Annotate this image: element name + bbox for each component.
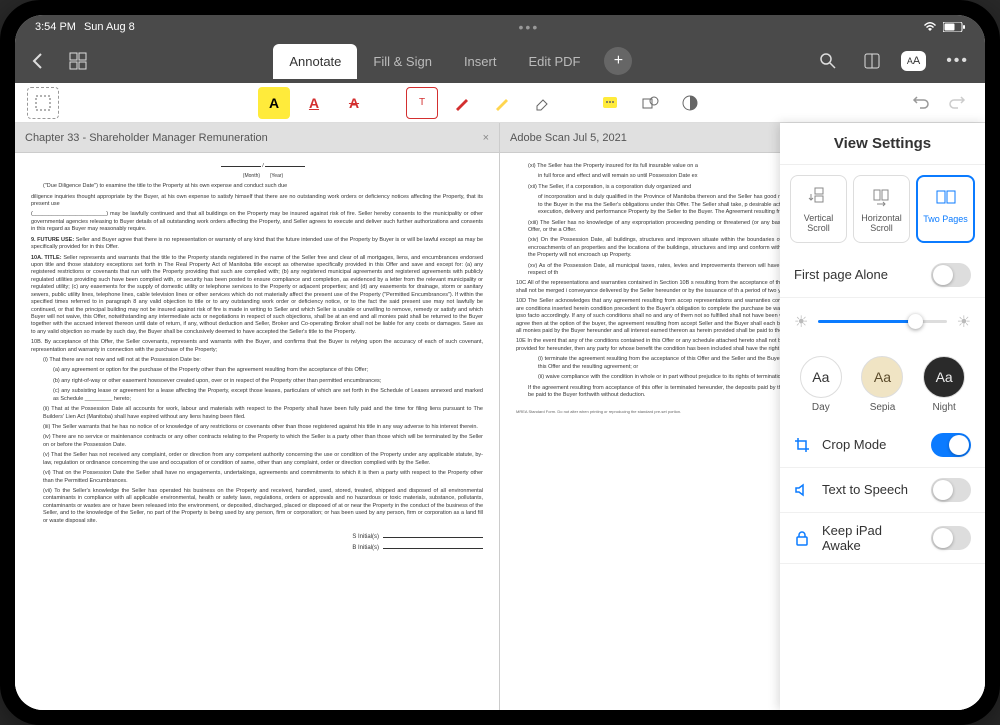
speaker-icon <box>794 482 812 498</box>
view-settings-title: View Settings <box>780 123 985 165</box>
text-tool[interactable]: T <box>406 87 438 119</box>
bookmark-button[interactable] <box>857 46 887 76</box>
more-button[interactable]: ••• <box>940 46 975 76</box>
color-mode-day[interactable]: Aa Day <box>800 356 842 413</box>
lock-icon <box>794 530 812 546</box>
color-tool[interactable] <box>674 87 706 119</box>
mode-two-pages[interactable]: Two Pages <box>916 175 975 243</box>
back-button[interactable] <box>25 46 49 76</box>
tab-annotate[interactable]: Annotate <box>273 44 357 79</box>
doc-content-left[interactable]: / (Month) (Year) ("Due Diligence Date") … <box>15 153 499 710</box>
view-settings-panel: View Settings Vertical Scroll Horizontal… <box>780 123 985 710</box>
horizontal-scroll-icon <box>858 184 905 210</box>
toggle-crop-mode[interactable] <box>931 433 971 457</box>
status-bar: 3:54 PM Sun Aug 8 ••• <box>15 15 985 39</box>
status-time: 3:54 PM <box>35 21 76 33</box>
doc-pane-left: Chapter 33 - Shareholder Manager Remuner… <box>15 123 500 710</box>
select-area-tool[interactable] <box>27 87 59 119</box>
main-toolbar: Annotate Fill & Sign Insert Edit PDF + A… <box>15 39 985 83</box>
crop-icon <box>794 437 812 453</box>
setting-keep-awake: Keep iPad Awake <box>780 513 985 564</box>
content-area: Chapter 33 - Shareholder Manager Remuner… <box>15 123 985 710</box>
brightness-slider[interactable]: ☀ ☀ <box>780 298 985 346</box>
setting-crop-mode: Crop Mode <box>780 423 985 468</box>
annotation-toolbar: A A A T <box>15 83 985 123</box>
toggle-first-page[interactable] <box>931 263 971 287</box>
brightness-high-icon: ☀ <box>957 312 971 332</box>
note-tool[interactable] <box>594 87 626 119</box>
tab-fillsign[interactable]: Fill & Sign <box>357 44 448 79</box>
doc-title-right: Adobe Scan Jul 5, 2021 <box>510 132 627 144</box>
underline-tool[interactable]: A <box>298 87 330 119</box>
undo-button[interactable] <box>905 87 937 119</box>
setting-first-page-alone: First page Alone <box>780 253 985 298</box>
doc-title-left: Chapter 33 - Shareholder Manager Remuner… <box>25 132 268 144</box>
mode-horizontal-scroll[interactable]: Horizontal Scroll <box>853 175 910 243</box>
shape-tool[interactable] <box>634 87 666 119</box>
two-pages-icon <box>922 185 969 211</box>
tab-insert[interactable]: Insert <box>448 44 513 79</box>
add-tab-button[interactable]: + <box>604 47 632 75</box>
text-settings-button[interactable]: AA <box>901 51 926 71</box>
pen-tool[interactable] <box>446 87 478 119</box>
status-date: Sun Aug 8 <box>84 21 135 33</box>
eraser-tool[interactable] <box>526 87 558 119</box>
mode-vertical-scroll[interactable]: Vertical Scroll <box>790 175 847 243</box>
battery-icon <box>943 22 965 32</box>
vertical-scroll-icon <box>795 184 842 210</box>
search-button[interactable] <box>813 46 843 76</box>
color-mode-sepia[interactable]: Aa Sepia <box>861 356 903 413</box>
strikethrough-tool[interactable]: A <box>338 87 370 119</box>
redo-button[interactable] <box>941 87 973 119</box>
toggle-keep-awake[interactable] <box>931 526 971 550</box>
color-mode-night[interactable]: Aa Night <box>923 356 965 413</box>
tab-editpdf[interactable]: Edit PDF <box>512 44 596 79</box>
setting-text-to-speech: Text to Speech <box>780 468 985 513</box>
ipad-screen: 3:54 PM Sun Aug 8 ••• Annotate Fill & Si… <box>15 15 985 710</box>
marker-tool[interactable] <box>486 87 518 119</box>
ipad-frame: 3:54 PM Sun Aug 8 ••• Annotate Fill & Si… <box>0 0 1000 725</box>
grid-button[interactable] <box>63 46 93 76</box>
close-doc-left[interactable]: × <box>483 132 489 144</box>
highlight-tool[interactable]: A <box>258 87 290 119</box>
status-handle[interactable]: ••• <box>519 19 540 35</box>
wifi-icon <box>923 22 937 32</box>
brightness-low-icon: ☀ <box>794 312 808 332</box>
doc-tab-left[interactable]: Chapter 33 - Shareholder Manager Remuner… <box>15 123 499 153</box>
toggle-tts[interactable] <box>931 478 971 502</box>
